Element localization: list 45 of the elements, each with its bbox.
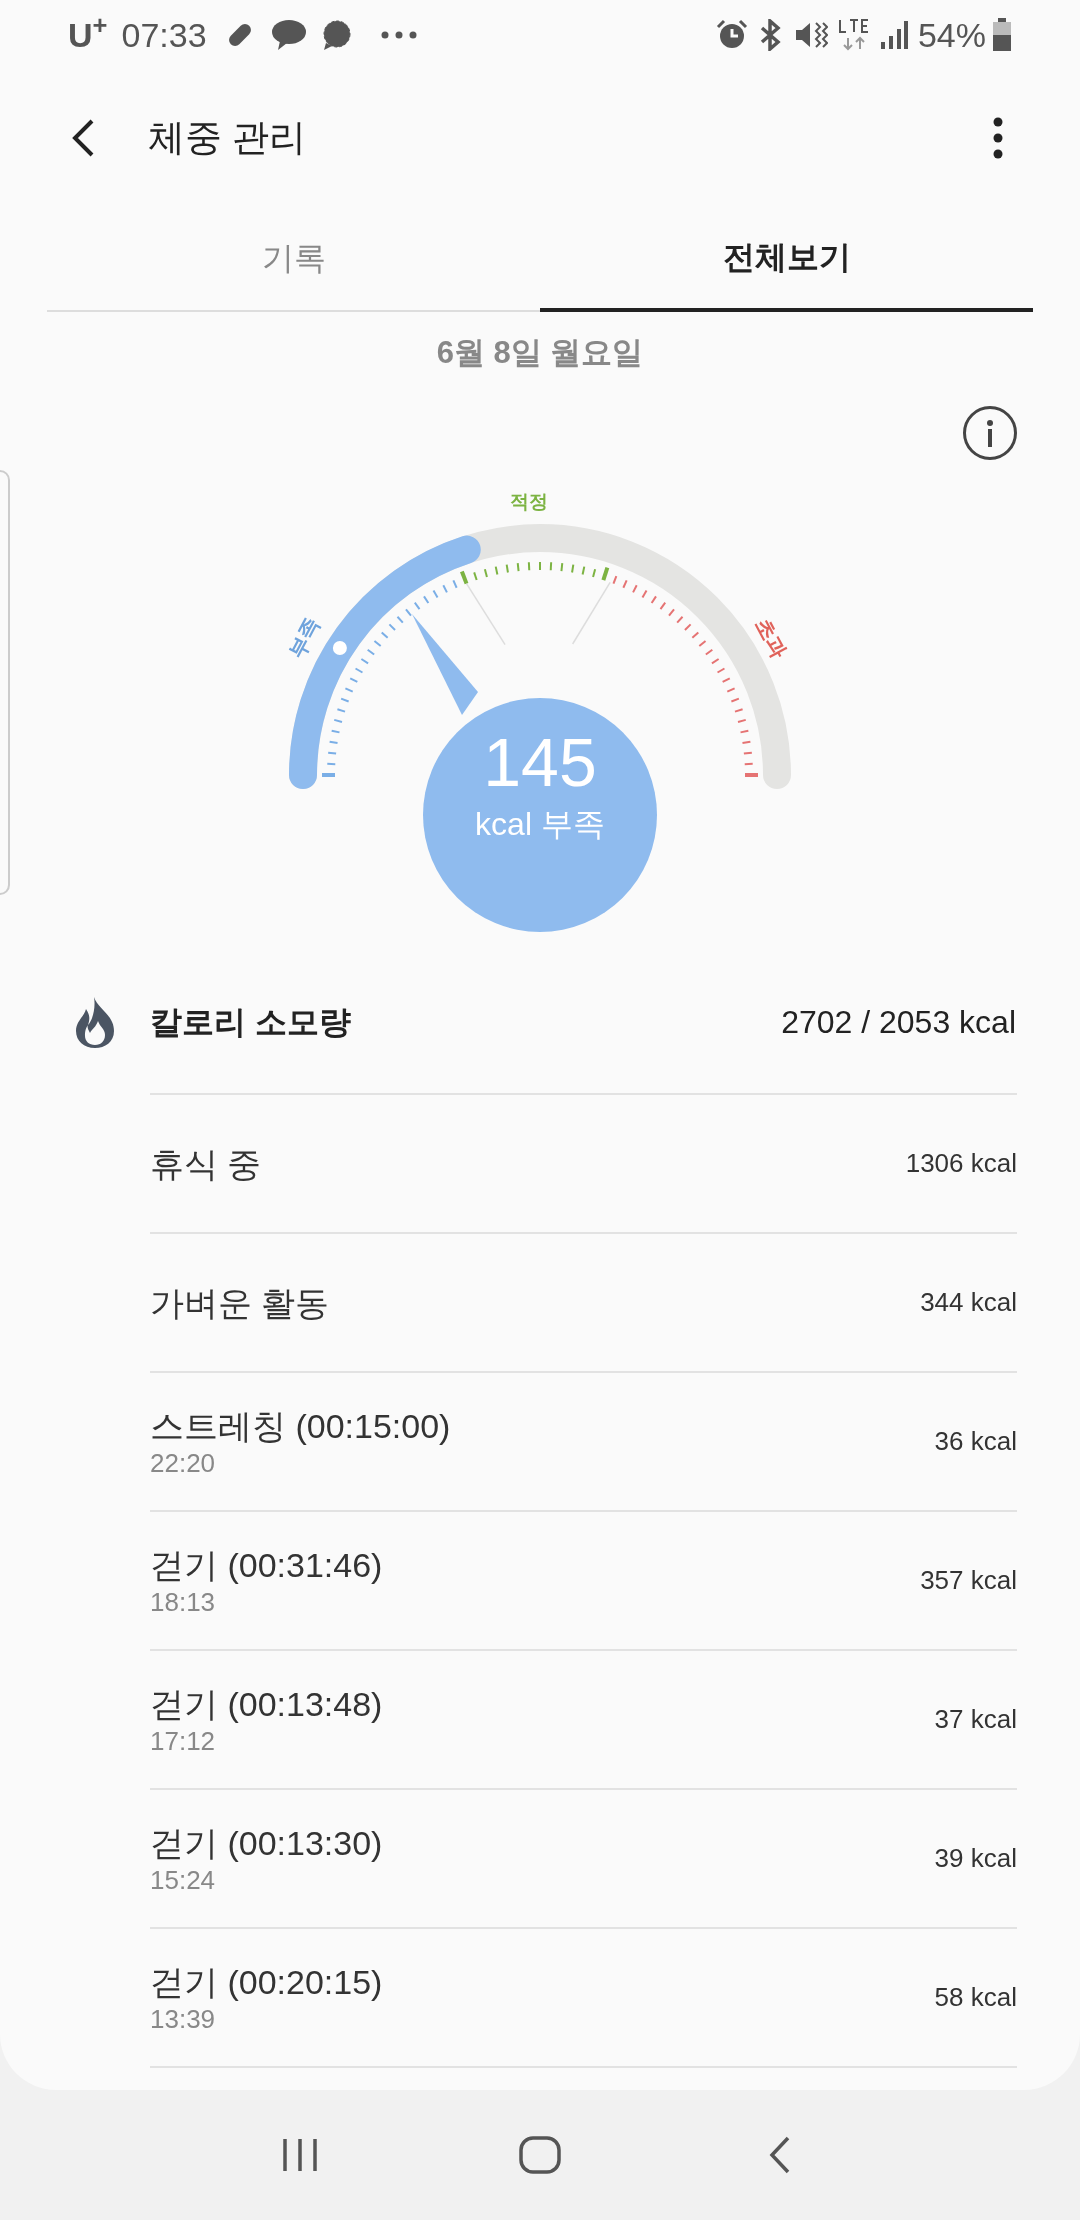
- gauge-low-label: 부족: [282, 612, 325, 664]
- message-icon: [320, 19, 353, 51]
- activity-calories: 344 kcal: [920, 1286, 1017, 1319]
- activity-calories: 39 kcal: [934, 1842, 1017, 1875]
- info-button[interactable]: [963, 405, 1017, 460]
- date-label: 6월 8일 월요일: [436, 334, 644, 373]
- activity-time: 17:12: [150, 1724, 217, 1757]
- more-notifications-icon: [380, 31, 417, 39]
- activity-name: 휴식 중: [150, 1143, 262, 1185]
- activity-name: 걷기 (00:13:30): [150, 1822, 383, 1864]
- calorie-deficit-unit: kcal 부족: [474, 808, 606, 840]
- gauge-high-label: 초과: [750, 612, 793, 664]
- activity-calories: 37 kcal: [934, 1703, 1017, 1736]
- activity-name: 걷기 (00:13:48): [150, 1683, 383, 1725]
- activity-calories: 36 kcal: [934, 1425, 1017, 1458]
- battery-percentage: 54%: [917, 14, 986, 56]
- alarm-icon: [715, 19, 748, 51]
- activity-calories: 1306 kcal: [905, 1147, 1017, 1180]
- recent-apps-icon: [281, 2137, 319, 2173]
- activity-name: 걷기 (00:20:15): [150, 1961, 383, 2003]
- activity-time: 18:13: [150, 1585, 217, 1618]
- more-options-icon: [993, 116, 1003, 159]
- carrier-label: U$^{+}$: [68, 9, 108, 56]
- info-icon: [986, 418, 994, 447]
- activity-name: 스트레칭 (00:15:00): [150, 1405, 451, 1447]
- activity-calories: 357 kcal: [920, 1564, 1017, 1597]
- home-icon: [518, 2135, 562, 2175]
- chat-bubble-icon: [270, 19, 307, 51]
- activity-name: 걷기 (00:31:46): [150, 1544, 383, 1586]
- activity-time: 22:20: [150, 1446, 217, 1479]
- gauge-optimal-label: 적정: [510, 490, 548, 514]
- page-title: 체중 관리: [148, 115, 307, 160]
- signal-icon: [879, 20, 908, 50]
- battery-icon: [992, 18, 1012, 52]
- activity-name: 가벼운 활동: [150, 1282, 330, 1324]
- clock-time: 07:33: [121, 14, 207, 56]
- calorie-burn-title: 칼로리 소모량: [150, 1002, 351, 1042]
- activity-calories: 58 kcal: [934, 1981, 1017, 2014]
- back-icon: [768, 2135, 792, 2175]
- calorie-burn-total: 2702 / 2053 kcal: [781, 1002, 1016, 1042]
- calorie-deficit-value: 145: [482, 728, 598, 796]
- activity-time: 15:24: [150, 1863, 217, 1896]
- tab[interactable]: 전체보기: [540, 205, 1033, 312]
- lte-icon: [837, 18, 870, 52]
- activity-time: 13:39: [150, 2002, 217, 2035]
